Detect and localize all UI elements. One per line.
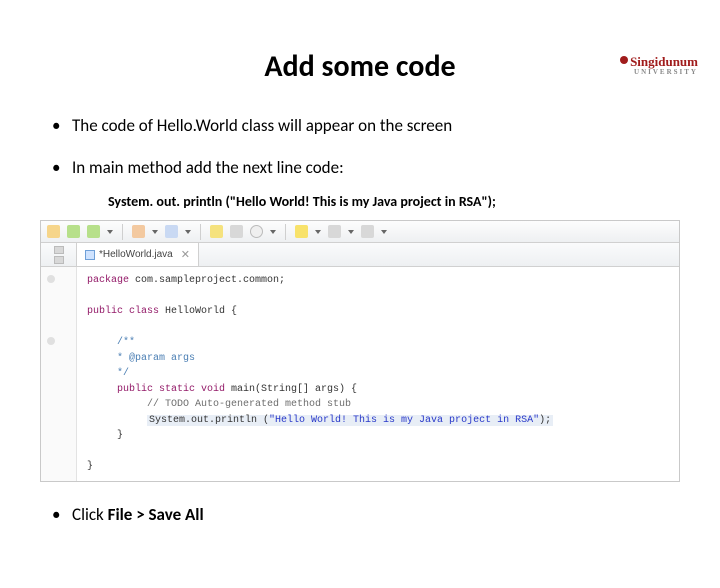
- dropdown-icon: [152, 227, 158, 233]
- toolbar-icon: [67, 225, 80, 238]
- editor-tab[interactable]: *HelloWorld.java ✕: [77, 243, 199, 266]
- toolbar-icon: [87, 225, 100, 238]
- toolbar-icon: [47, 225, 60, 238]
- toolbar-icon: [132, 225, 145, 238]
- code-snippet: System. out. println ("Hello World! This…: [108, 193, 720, 210]
- dropdown-icon: [315, 227, 321, 233]
- ide-screenshot: *HelloWorld.java ✕ package com.samplepro…: [40, 220, 680, 482]
- bullet-1: The code of Hello.World class will appea…: [52, 115, 680, 137]
- dropdown-icon: [107, 227, 113, 233]
- toolbar-icon: [328, 225, 341, 238]
- gutter-tabs: [41, 243, 77, 266]
- bullet-3: Click File > Save All: [52, 504, 680, 526]
- tab-label: *HelloWorld.java: [99, 249, 173, 260]
- editor-code: package com.sampleproject.common; public…: [77, 267, 679, 481]
- toolbar-icon: [210, 225, 223, 238]
- toolbar-icon: [230, 225, 243, 238]
- close-icon[interactable]: ✕: [181, 248, 190, 261]
- brand-logo: Singidunum UNIVERSITY: [620, 54, 698, 76]
- search-icon: [250, 225, 263, 238]
- editor-ruler: [41, 267, 77, 481]
- dropdown-icon: [381, 227, 387, 233]
- bullet-2: In main method add the next line code:: [52, 157, 680, 179]
- toolbar-icon: [295, 225, 308, 238]
- ide-toolbar: [41, 221, 679, 243]
- dropdown-icon: [348, 227, 354, 233]
- dropdown-icon: [270, 227, 276, 233]
- toolbar-icon: [361, 225, 374, 238]
- slide-title: Add some code: [0, 48, 720, 85]
- java-file-icon: [85, 250, 95, 260]
- toolbar-icon: [165, 225, 178, 238]
- dropdown-icon: [185, 227, 191, 233]
